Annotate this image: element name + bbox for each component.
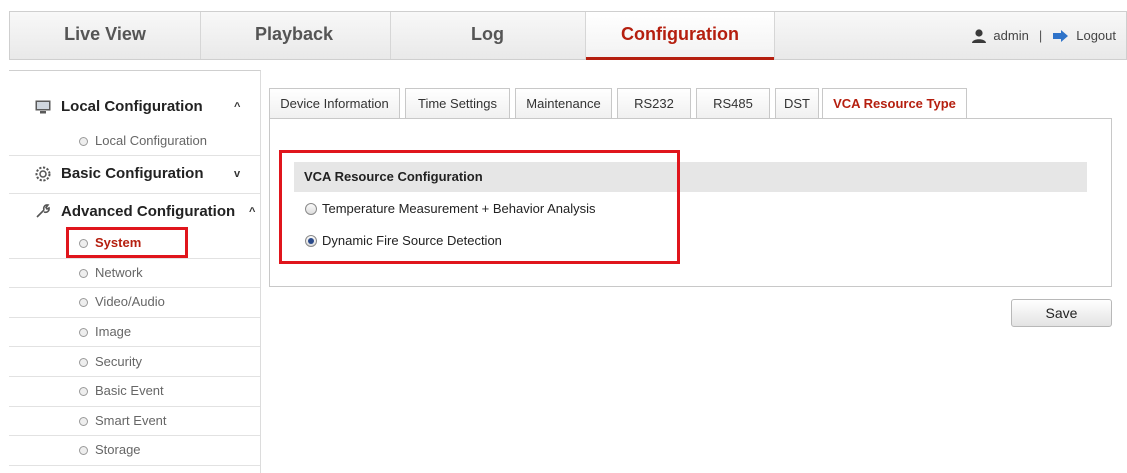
tab-playback[interactable]: Playback — [200, 12, 390, 59]
divider — [9, 376, 260, 377]
divider — [9, 465, 260, 466]
sidebar-item-security[interactable]: Security — [79, 351, 142, 373]
sidebar-item-label: Local Configuration — [95, 133, 208, 148]
bullet-icon — [79, 298, 88, 307]
collapse-icon[interactable]: ^ — [234, 93, 240, 121]
bullet-icon — [79, 269, 88, 278]
top-navigation: Live View Playback Log Configuration adm… — [9, 11, 1127, 60]
highlight-box-system — [66, 227, 188, 258]
sidebar-item-video-audio[interactable]: Video/Audio — [79, 291, 165, 313]
divider — [9, 287, 260, 288]
divider — [9, 406, 260, 407]
bullet-icon — [79, 446, 88, 455]
divider — [9, 155, 260, 156]
tab-rs232[interactable]: RS232 — [617, 88, 691, 118]
divider — [9, 193, 260, 194]
logout-link[interactable]: Logout — [1076, 13, 1116, 59]
bullet-icon — [79, 417, 88, 426]
sidebar-item-storage[interactable]: Storage — [79, 439, 141, 461]
sidebar-item-local-configuration[interactable]: Local Configuration — [79, 130, 207, 152]
tab-time-settings[interactable]: Time Settings — [405, 88, 510, 118]
divider — [9, 258, 260, 259]
sidebar-item-label: Basic Event — [95, 383, 164, 398]
save-button[interactable]: Save — [1011, 299, 1112, 327]
separator: | — [1038, 27, 1043, 43]
tab-dst[interactable]: DST — [775, 88, 819, 118]
divider — [9, 346, 260, 347]
tab-rs485[interactable]: RS485 — [696, 88, 770, 118]
sidebar-item-image[interactable]: Image — [79, 321, 131, 343]
sidebar-item-smart-event[interactable]: Smart Event — [79, 410, 167, 432]
bullet-icon — [79, 137, 88, 146]
bullet-icon — [79, 387, 88, 396]
tab-configuration[interactable]: Configuration — [585, 12, 775, 60]
sidebar-item-label: Image — [95, 324, 132, 339]
expand-icon[interactable]: v — [234, 160, 240, 188]
sidebar-item-label: Storage — [95, 442, 141, 457]
tab-device-information[interactable]: Device Information — [269, 88, 400, 118]
sidebar-section-label: Local Configuration — [61, 98, 203, 115]
sidebar-item-label: Network — [95, 265, 143, 280]
bullet-icon — [79, 328, 88, 337]
tab-vca-resource-type[interactable]: VCA Resource Type — [822, 88, 967, 119]
sidebar-item-network[interactable]: Network — [79, 262, 143, 284]
sidebar-section-label: Advanced Configuration — [61, 203, 236, 220]
tab-maintenance[interactable]: Maintenance — [515, 88, 612, 118]
user-icon — [972, 28, 987, 43]
sidebar: Local Configuration ^ Local Configuratio… — [9, 70, 261, 473]
divider — [9, 435, 260, 436]
sidebar-item-label: Smart Event — [95, 413, 167, 428]
sidebar-item-label: Security — [95, 354, 142, 369]
wrench-icon — [36, 204, 50, 218]
logout-icon[interactable] — [1052, 29, 1070, 43]
tab-live-view[interactable]: Live View — [10, 12, 200, 59]
bullet-icon — [79, 358, 88, 367]
divider — [9, 317, 260, 318]
sidebar-item-basic-event[interactable]: Basic Event — [79, 380, 164, 402]
gear-icon — [35, 166, 51, 182]
sidebar-item-label: Video/Audio — [95, 294, 165, 309]
username: admin — [993, 27, 1029, 43]
user-area: admin | Logout — [971, 12, 1116, 59]
collapse-icon[interactable]: ^ — [249, 198, 255, 226]
sidebar-section-label: Basic Configuration — [61, 165, 204, 182]
highlight-box-vca — [279, 150, 680, 264]
tab-log[interactable]: Log — [390, 12, 585, 59]
monitor-icon — [35, 100, 51, 114]
